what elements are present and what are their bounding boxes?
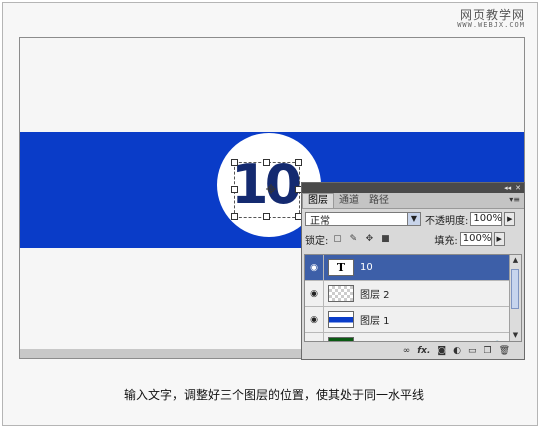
fill-label: 填充: xyxy=(434,235,458,247)
layer-thumbnail xyxy=(328,337,354,341)
blend-mode-select[interactable]: 正常 ▼ xyxy=(305,212,421,227)
fx-icon[interactable]: fx. xyxy=(417,346,430,356)
transform-handle[interactable] xyxy=(231,186,238,193)
transform-handle[interactable] xyxy=(231,159,238,166)
fill-field[interactable]: 100% xyxy=(459,232,492,246)
transform-handle[interactable] xyxy=(295,159,302,166)
scroll-up-icon[interactable]: ▲ xyxy=(510,255,521,266)
eye-icon[interactable]: ◉ xyxy=(305,255,324,280)
fill-arrow-icon[interactable]: ▶ xyxy=(493,232,505,246)
opacity-label: 不透明度: xyxy=(425,215,469,227)
layer-row[interactable]: ◉ 图层 1 xyxy=(305,307,521,333)
folder-icon[interactable]: ▭ xyxy=(468,346,477,356)
panel-footer: ∞ fx. ◙ ◐ ▭ ❐ 🗑 xyxy=(302,343,524,359)
blend-row: 正常 ▼ 不透明度: 100% ▶ xyxy=(302,209,524,229)
mask-icon[interactable]: ◙ xyxy=(437,346,446,356)
lock-label: 锁定: xyxy=(305,235,329,247)
link-icon[interactable]: ∞ xyxy=(403,346,411,356)
panel-titlebar[interactable]: ◂◂ ✕ xyxy=(302,183,524,193)
eye-icon[interactable]: ◉ xyxy=(305,333,324,341)
adjustment-icon[interactable]: ◐ xyxy=(453,346,461,356)
lock-transparent-icon[interactable]: ▢ xyxy=(332,234,342,244)
lock-move-icon[interactable]: ✥ xyxy=(364,234,374,244)
text-layer-thumbnail: T xyxy=(328,259,354,276)
image-frame: 网页教学网 WWW.WEBJX.COM 10 ◂◂ ✕ 图层 通道 路径 ▾≡ … xyxy=(2,2,538,426)
panel-menu-icon[interactable]: ▾≡ xyxy=(509,195,520,204)
lock-icon: 🔒 xyxy=(492,341,503,342)
chevron-down-icon[interactable]: ▼ xyxy=(407,213,420,225)
layer-row[interactable]: ◉ T 10 xyxy=(305,255,521,281)
tab-paths[interactable]: 路径 xyxy=(364,194,394,208)
eye-icon[interactable]: ◉ xyxy=(305,307,324,332)
layers-scrollbar[interactable]: ▲ ▼ xyxy=(509,255,521,341)
transform-handle[interactable] xyxy=(263,213,270,220)
layer-thumbnail xyxy=(328,311,354,328)
layer-row[interactable]: ◉ 背景 🔒 xyxy=(305,333,521,342)
tab-channels[interactable]: 通道 xyxy=(334,194,364,208)
reference-point-icon[interactable] xyxy=(266,184,276,194)
layer-row[interactable]: ◉ 图层 2 xyxy=(305,281,521,307)
watermark: 网页教学网 WWW.WEBJX.COM xyxy=(457,8,525,30)
scroll-down-icon[interactable]: ▼ xyxy=(510,330,521,341)
close-icon[interactable]: ✕ xyxy=(515,184,521,192)
layer-name: 10 xyxy=(360,262,373,273)
layers-panel: ◂◂ ✕ 图层 通道 路径 ▾≡ 正常 ▼ 不透明度: 100% ▶ 锁定: ▢… xyxy=(301,182,525,360)
collapse-icon[interactable]: ◂◂ xyxy=(504,184,511,192)
opacity-field[interactable]: 100% xyxy=(470,212,503,226)
opacity-arrow-icon[interactable]: ▶ xyxy=(504,212,516,226)
lock-row: 锁定: ▢ ✎ ✥ ■ 填充: 100% ▶ xyxy=(302,229,524,249)
caption: 输入文字，调整好三个图层的位置，使其处于同一水平线 xyxy=(123,388,424,402)
new-layer-icon[interactable]: ❐ xyxy=(483,346,491,356)
tab-layers[interactable]: 图层 xyxy=(302,193,334,208)
scroll-thumb[interactable] xyxy=(511,269,519,309)
layer-name: 背景 xyxy=(360,338,380,341)
eye-icon[interactable]: ◉ xyxy=(305,281,324,306)
blend-mode-value: 正常 xyxy=(310,215,330,227)
lock-all-icon[interactable]: ■ xyxy=(380,234,390,244)
transform-handle[interactable] xyxy=(263,159,270,166)
layer-name: 图层 2 xyxy=(360,290,390,301)
watermark-url: WWW.WEBJX.COM xyxy=(457,21,525,30)
layer-thumbnail xyxy=(328,285,354,302)
layers-list: ◉ T 10 ◉ 图层 2 ◉ 图层 1 ◉ 背景 🔒 ▲ xyxy=(304,254,522,342)
panel-tabs: 图层 通道 路径 ▾≡ xyxy=(302,193,524,209)
lock-brush-icon[interactable]: ✎ xyxy=(348,234,358,244)
transform-handle[interactable] xyxy=(231,213,238,220)
trash-icon[interactable]: 🗑 xyxy=(499,346,510,356)
layer-name: 图层 1 xyxy=(360,316,390,327)
